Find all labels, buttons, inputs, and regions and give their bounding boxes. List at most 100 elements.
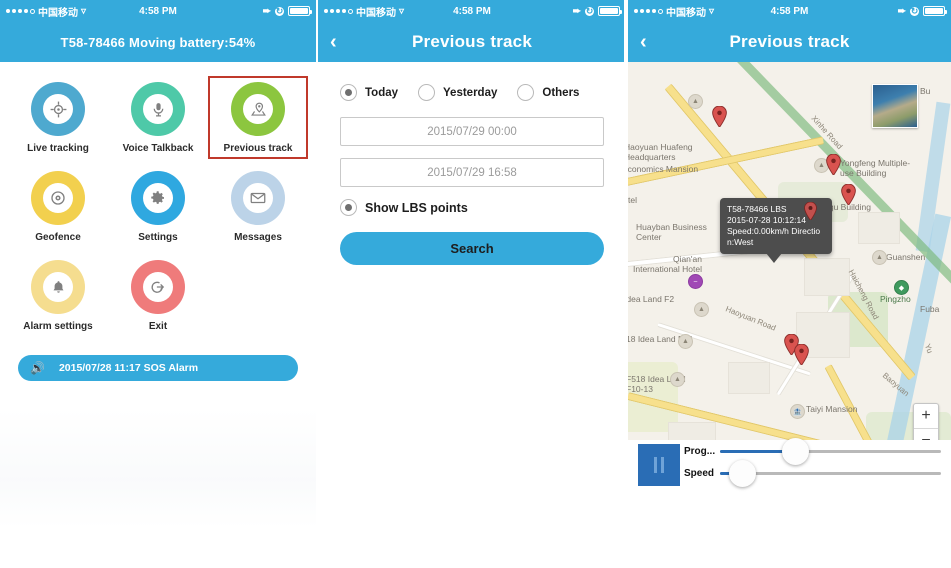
show-lbs-points-toggle[interactable]: Show LBS points <box>340 199 604 216</box>
bank-poi-icon: 🏦 <box>790 404 805 419</box>
show-lbs-points-input[interactable] <box>340 199 357 216</box>
map-label: Bu <box>920 86 931 96</box>
track-nav-bar: ‹ Previous track <box>318 22 626 62</box>
page-title: T58-78466 Moving battery:54% <box>60 34 256 50</box>
zoom-in-button[interactable]: + <box>914 404 938 429</box>
panel-home: 中国移动 ▿ 4:58 PM ➨ ↻ T58-78466 Moving batt… <box>0 0 316 568</box>
map-pin-marker[interactable] <box>841 184 856 206</box>
battery-icon <box>598 6 622 16</box>
status-bar-right: ➨ ↻ <box>262 5 312 17</box>
hotel-poi-icon: ⎯ <box>688 274 703 289</box>
radio-today-input[interactable] <box>340 84 357 101</box>
map-pin-marker[interactable] <box>826 154 841 176</box>
microphone-icon <box>131 82 185 141</box>
map-label: Pingzho <box>880 294 911 304</box>
map-label: Fuba <box>920 304 940 314</box>
show-lbs-points-label: Show LBS points <box>365 200 468 215</box>
panel-track-map: 中国移动 ▿ 4:58 PM ➨ ↻ ‹ Previous track Haoy… <box>628 0 951 568</box>
rotation-lock-icon: ↻ <box>585 5 594 16</box>
search-form: Today Yesterday Others 2015/07/29 00:00 … <box>318 62 626 265</box>
progress-slider[interactable] <box>720 438 941 465</box>
grid-item-previous-track[interactable]: Previous track <box>208 76 308 159</box>
grid-item-alarm-settings[interactable]: Alarm settings <box>8 254 108 337</box>
end-datetime-field[interactable]: 2015/07/29 16:58 <box>340 158 604 187</box>
marker-info-bubble[interactable]: T58-78466 LBS 2015-07-28 10:12:14 Speed:… <box>720 198 832 263</box>
sos-alarm-bar[interactable]: 🔊 2015/07/28 11:17 SOS Alarm <box>18 355 298 381</box>
page-title: Previous track <box>729 32 850 51</box>
grid-item-label: Exit <box>148 321 168 332</box>
grid-item-label: Geofence <box>35 232 81 243</box>
progress-label: Prog... <box>684 446 716 457</box>
crosshair-target-icon <box>31 82 85 141</box>
grid-item-label: Previous track <box>223 143 293 154</box>
location-arrow-icon: ➨ <box>262 5 271 17</box>
radio-others-input[interactable] <box>517 84 535 101</box>
poi-icon: ▲ <box>670 372 685 387</box>
speed-label: Speed <box>684 468 715 479</box>
poi-icon: ▲ <box>678 334 693 349</box>
radio-yesterday-input[interactable] <box>418 84 436 101</box>
pause-button[interactable] <box>638 444 680 486</box>
screenshot-root: 中国移动 ▿ 4:58 PM ➨ ↻ T58-78466 Moving batt… <box>0 0 951 568</box>
transit-poi-icon: ◆ <box>894 280 909 295</box>
rotation-lock-icon: ↻ <box>275 5 284 16</box>
grid-item-label: Live tracking <box>27 143 89 154</box>
progress-slider-row: Prog... <box>684 438 941 465</box>
back-button[interactable]: ‹ <box>330 22 337 62</box>
map-label: Yongfeng Multiple-use Building <box>840 158 911 178</box>
map-label: Guanshen <box>886 252 926 262</box>
radio-yesterday-label: Yesterday <box>443 86 498 99</box>
grid-item-geofence[interactable]: Geofence <box>8 165 108 248</box>
location-arrow-icon: ➨ <box>572 5 581 17</box>
panel-track-search: 中国移动 ▿ 4:58 PM ➨ ↻ ‹ Previous track Toda… <box>318 0 626 568</box>
poi-icon: ▲ <box>872 250 887 265</box>
progress-slider-knob[interactable] <box>782 438 810 465</box>
radio-today[interactable]: Today <box>340 84 398 101</box>
start-datetime-field[interactable]: 2015/07/29 00:00 <box>340 117 604 146</box>
gear-icon <box>131 171 185 230</box>
start-datetime-value: 2015/07/29 00:00 <box>427 125 517 138</box>
grid-item-label: Alarm settings <box>23 321 93 332</box>
radio-yesterday[interactable]: Yesterday <box>418 84 497 101</box>
home-nav-bar: T58-78466 Moving battery:54% <box>0 22 316 62</box>
radar-circle-icon <box>31 171 85 230</box>
status-bar: 中国移动 ▿ 4:58 PM ➨ ↻ <box>318 0 626 22</box>
map-nav-bar: ‹ Previous track <box>628 22 951 62</box>
back-button[interactable]: ‹ <box>640 22 647 62</box>
bubble-line-direction: n:West <box>727 237 754 247</box>
map-label: Huayban Business Center <box>636 222 707 242</box>
map-label: Haoyuan Huafeng Headquarters <box>628 142 693 162</box>
background-watermark <box>0 408 316 528</box>
search-button[interactable]: Search <box>340 232 604 265</box>
grid-item-messages[interactable]: Messages <box>208 165 308 248</box>
map-pin-marker[interactable] <box>712 106 727 128</box>
feature-grid: Live tracking Voice Talkback Previous tr… <box>0 62 316 337</box>
map-label: Qian'an International Hotel <box>633 254 702 274</box>
grid-item-label: Messages <box>234 232 282 243</box>
radio-others[interactable]: Others <box>517 84 579 101</box>
exit-arrow-icon <box>131 260 185 319</box>
grid-item-voice-talkback[interactable]: Voice Talkback <box>108 76 208 159</box>
status-bar: 中国移动 ▿ 4:58 PM ➨ ↻ <box>0 0 316 22</box>
speed-slider[interactable] <box>720 460 941 487</box>
map-label: F518 Idea Land F10-13 <box>628 374 686 394</box>
grid-item-label: Settings <box>138 232 178 243</box>
grid-item-live-tracking[interactable]: Live tracking <box>8 76 108 159</box>
rotation-lock-icon: ↻ <box>910 5 919 16</box>
map-pin-marker[interactable] <box>794 344 809 366</box>
radio-others-label: Others <box>542 86 580 99</box>
grid-item-settings[interactable]: Settings <box>108 165 208 248</box>
day-radio-group: Today Yesterday Others <box>340 84 604 101</box>
bubble-line-speed: Speed:0.00km/h Directio <box>727 226 821 236</box>
map-label: Taiyi Mansion <box>806 404 858 414</box>
speed-slider-row: Speed <box>684 460 941 487</box>
track-map[interactable]: Haoyuan Huafeng Headquarters Economics M… <box>628 62 951 502</box>
speed-slider-knob[interactable] <box>729 460 757 487</box>
status-bar-right: ➨ ↻ <box>572 5 622 17</box>
satellite-thumbnail[interactable] <box>872 84 918 128</box>
grid-item-exit[interactable]: Exit <box>108 254 208 337</box>
speaker-alarm-icon: 🔊 <box>30 361 45 375</box>
battery-icon <box>923 6 947 16</box>
page-title: Previous track <box>412 32 532 51</box>
end-datetime-value: 2015/07/29 16:58 <box>427 166 517 179</box>
